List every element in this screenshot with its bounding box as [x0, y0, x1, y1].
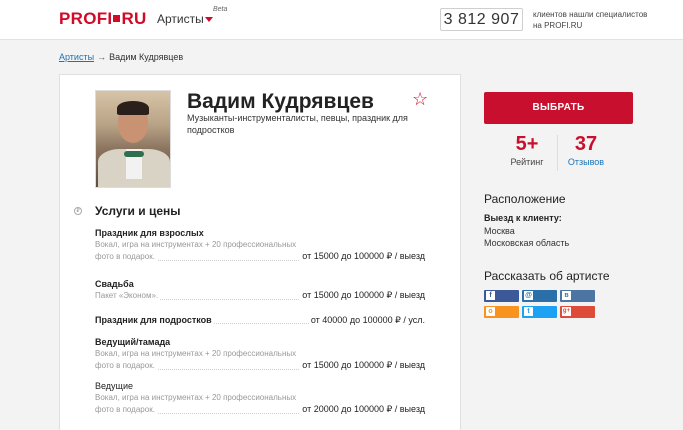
stat-divider	[557, 135, 558, 171]
logo-dot	[113, 15, 121, 22]
reviews-stat[interactable]: 37 Отзывов	[565, 133, 607, 167]
service-price-row: фото в подарок. от 15000 до 100000 ₽ / в…	[95, 360, 425, 373]
odnoklassniki-icon: о	[486, 307, 495, 316]
livejournal-share-button[interactable]: @	[522, 290, 557, 302]
location-item: Москва	[484, 226, 515, 236]
profile-specialties: Музыканты-инструменталисты, певцы, празд…	[187, 113, 408, 135]
location-title: Расположение	[484, 192, 566, 206]
chevron-down-icon[interactable]	[205, 17, 213, 22]
service-item: Свадьба Пакет «Эконом». от 15000 до 1000…	[95, 279, 425, 303]
service-desc: Вокал, игра на инструментах + 20 професс…	[95, 393, 297, 402]
service-price: от 15000 до 100000 ₽ / выезд	[300, 290, 425, 301]
service-price: от 15000 до 100000 ₽ / выезд	[300, 251, 425, 262]
service-desc: Вокал, игра на инструментах + 20 професс…	[95, 240, 297, 249]
service-price: от 40000 до 100000 ₽ / усл.	[308, 315, 425, 326]
beta-badge: Beta	[213, 6, 228, 13]
service-item: Ведущие Вокал, игра на инструментах + 20…	[95, 381, 425, 417]
service-price-row: Праздник для подростков от 40000 до 1000…	[95, 315, 425, 327]
service-title: Праздник для взрослых	[95, 228, 204, 238]
profi-logo[interactable]: PROFI RU	[59, 9, 147, 29]
service-title: Свадьба	[95, 279, 134, 289]
service-price: от 15000 до 100000 ₽ / выезд	[300, 360, 425, 371]
reviews-value[interactable]: 37	[565, 133, 607, 156]
service-title: Ведущий/тамада	[95, 337, 171, 347]
service-item: Праздник для взрослых Вокал, игра на инс…	[95, 228, 425, 264]
livejournal-icon: @	[524, 291, 533, 300]
client-counter: 3 812 907	[440, 8, 523, 31]
service-desc: Пакет «Эконом».	[95, 291, 161, 300]
location-item: Московская область	[484, 238, 570, 248]
google-plus-share-button[interactable]: g+	[560, 306, 595, 318]
services-title: Услуги и цены	[95, 204, 181, 218]
service-title: Ведущие	[95, 381, 133, 391]
services-info-icon: ₽	[74, 207, 82, 215]
profile-card: Вадим Кудрявцев ☆ Музыканты-инструментал…	[59, 74, 461, 430]
reviews-link[interactable]: Отзывов	[565, 157, 607, 167]
breadcrumb: Артисты → Вадим Кудрявцев	[59, 52, 183, 62]
counter-label: клиентов нашли специалистов на PROFI.RU	[533, 10, 648, 30]
service-title: Праздник для подростков	[95, 315, 214, 325]
choose-button[interactable]: ВЫБРАТЬ	[484, 92, 633, 124]
rating-label: Рейтинг	[510, 157, 544, 167]
facebook-icon: f	[486, 291, 495, 300]
service-desc: Вокал, игра на инструментах + 20 професс…	[95, 349, 297, 358]
facebook-share-button[interactable]: f	[484, 290, 519, 302]
service-price-row: Пакет «Эконом». от 15000 до 100000 ₽ / в…	[95, 290, 425, 303]
rating-stat: 5+ Рейтинг	[507, 133, 547, 167]
vk-icon: в	[562, 291, 571, 300]
service-item: Праздник для подростков от 40000 до 1000…	[95, 315, 425, 327]
share-title: Рассказать об артисте	[484, 269, 610, 283]
vk-share-button[interactable]: в	[560, 290, 595, 302]
nav-category[interactable]: Артисты	[157, 12, 204, 26]
twitter-icon: t	[524, 307, 533, 316]
service-price: от 20000 до 100000 ₽ / выезд	[300, 404, 425, 415]
top-header: PROFI RU Артисты Beta 3 812 907 клиентов …	[0, 0, 683, 40]
service-item: Ведущий/тамада Вокал, игра на инструмент…	[95, 337, 425, 373]
service-desc: фото в подарок.	[95, 361, 157, 370]
service-price-row: фото в подарок. от 20000 до 100000 ₽ / в…	[95, 404, 425, 417]
location-subtitle: Выезд к клиенту:	[484, 213, 562, 223]
favorite-star-icon[interactable]: ☆	[412, 89, 428, 110]
breadcrumb-arrow-icon: →	[97, 52, 107, 62]
twitter-share-button[interactable]: t	[522, 306, 557, 318]
breadcrumb-link-artists[interactable]: Артисты	[59, 52, 94, 62]
profile-name: Вадим Кудрявцев	[187, 90, 374, 113]
google-plus-icon: g+	[562, 307, 571, 316]
rating-value: 5+	[515, 133, 539, 155]
service-desc: фото в подарок.	[95, 252, 157, 261]
breadcrumb-current: Вадим Кудрявцев	[109, 52, 184, 62]
service-price-row: фото в подарок. от 15000 до 100000 ₽ / в…	[95, 251, 425, 264]
odnoklassniki-share-button[interactable]: о	[484, 306, 519, 318]
avatar	[95, 90, 171, 188]
service-desc: фото в подарок.	[95, 405, 157, 414]
